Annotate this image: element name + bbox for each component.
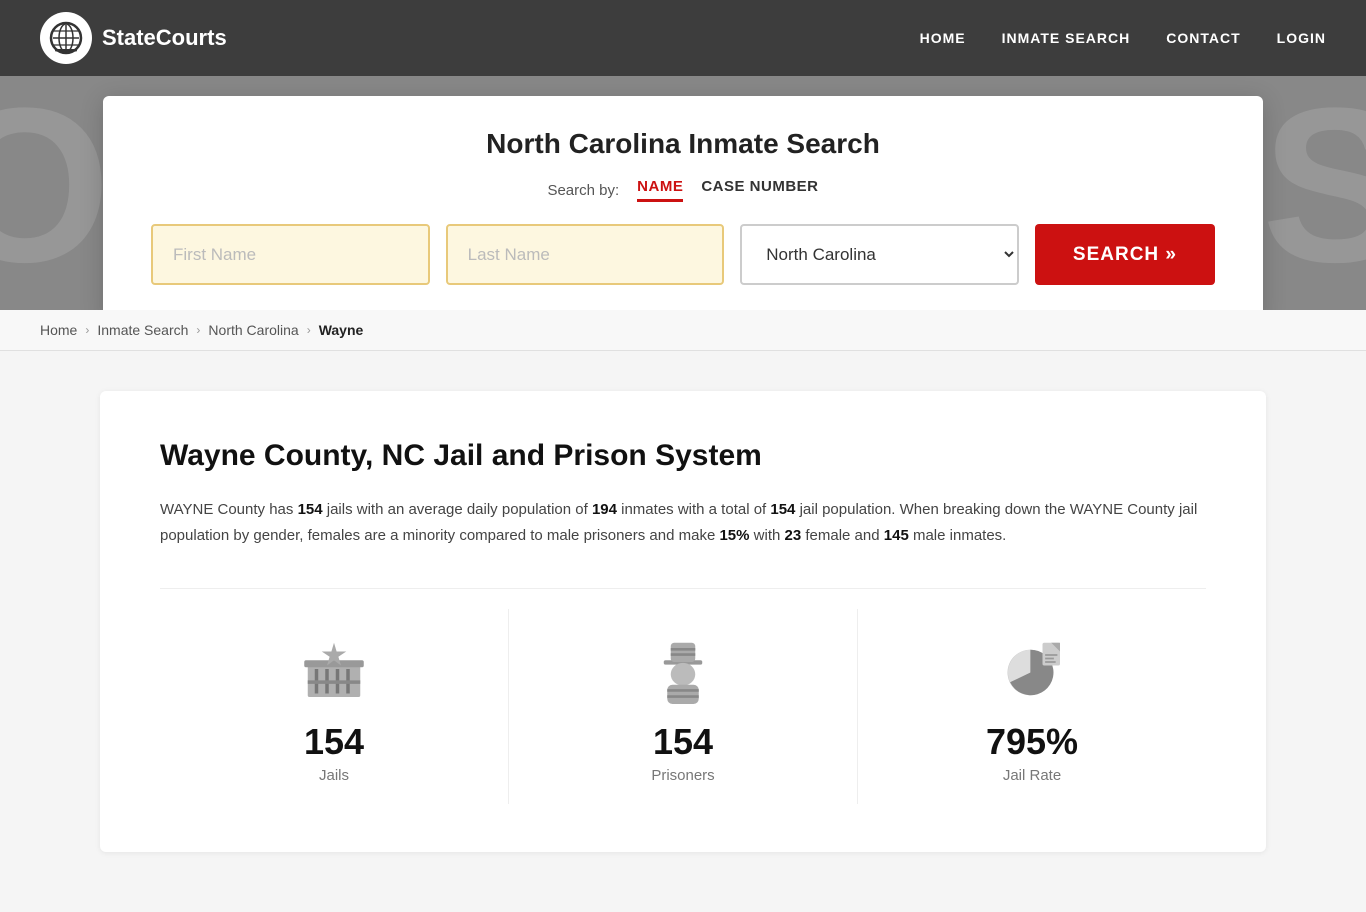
desc-male: 145 <box>884 527 909 544</box>
prisoners-label: Prisoners <box>651 767 714 784</box>
desc-jails: 154 <box>298 501 323 518</box>
stats-row: 154 Jails <box>160 588 1206 804</box>
search-card-wrapper: North Carolina Inmate Search Search by: … <box>0 76 1366 310</box>
breadcrumb-inmate-search[interactable]: Inmate Search <box>97 322 188 338</box>
desc-mid5: female and <box>801 527 884 544</box>
stat-prisoners: 154 Prisoners <box>509 609 858 804</box>
search-button[interactable]: SEARCH » <box>1035 224 1215 285</box>
content-card: Wayne County, NC Jail and Prison System … <box>100 391 1266 852</box>
inmate-search-link[interactable]: INMATE SEARCH <box>1002 30 1131 46</box>
search-inputs-row: North Carolina Alabama Alaska Arizona Ar… <box>151 224 1215 285</box>
county-description: WAYNE County has 154 jails with an avera… <box>160 497 1206 548</box>
jail-rate-label: Jail Rate <box>1003 767 1061 784</box>
breadcrumb-sep-1: › <box>85 323 89 337</box>
contact-link[interactable]: CONTACT <box>1166 30 1240 46</box>
breadcrumb-sep-2: › <box>196 323 200 337</box>
search-card: North Carolina Inmate Search Search by: … <box>103 96 1263 310</box>
breadcrumb-nc[interactable]: North Carolina <box>208 322 298 338</box>
breadcrumb: Home › Inmate Search › North Carolina › … <box>0 310 1366 351</box>
home-link[interactable]: HOME <box>920 30 966 46</box>
prisoner-icon <box>643 629 723 709</box>
search-card-title: North Carolina Inmate Search <box>151 128 1215 160</box>
search-by-label: Search by: <box>547 182 619 199</box>
desc-avg-pop: 194 <box>592 501 617 518</box>
desc-mid4: with <box>750 527 785 544</box>
header: COURTHOUSE StateCourts HOME INMATE SE <box>0 0 1366 310</box>
desc-end: male inmates. <box>909 527 1007 544</box>
logo-icon <box>40 12 92 64</box>
prisoners-number: 154 <box>653 721 713 763</box>
desc-mid1: jails with an average daily population o… <box>323 501 592 518</box>
breadcrumb-sep-3: › <box>307 323 311 337</box>
stat-jails: 154 Jails <box>160 609 509 804</box>
desc-mid2: inmates with a total of <box>617 501 770 518</box>
desc-pct: 15% <box>719 527 749 544</box>
tab-name[interactable]: NAME <box>637 178 683 202</box>
breadcrumb-home[interactable]: Home <box>40 322 77 338</box>
jail-icon <box>294 629 374 709</box>
desc-intro: WAYNE County has <box>160 501 298 518</box>
nav-links: HOME INMATE SEARCH CONTACT LOGIN <box>920 30 1326 46</box>
navbar: StateCourts HOME INMATE SEARCH CONTACT L… <box>0 0 1366 76</box>
login-link[interactable]: LOGIN <box>1277 30 1326 46</box>
tab-case-number[interactable]: CASE NUMBER <box>701 178 818 202</box>
jails-number: 154 <box>304 721 364 763</box>
search-by-row: Search by: NAME CASE NUMBER <box>151 178 1215 202</box>
desc-total: 154 <box>770 501 795 518</box>
county-title: Wayne County, NC Jail and Prison System <box>160 439 1206 473</box>
jails-label: Jails <box>319 767 349 784</box>
desc-female: 23 <box>785 527 802 544</box>
breadcrumb-wayne: Wayne <box>319 322 364 338</box>
stat-jail-rate: 795% Jail Rate <box>858 609 1206 804</box>
logo-text: StateCourts <box>102 25 227 51</box>
state-select[interactable]: North Carolina Alabama Alaska Arizona Ar… <box>740 224 1019 285</box>
main-content: Wayne County, NC Jail and Prison System … <box>0 351 1366 912</box>
jail-rate-number: 795% <box>986 721 1078 763</box>
jail-rate-icon <box>992 629 1072 709</box>
first-name-input[interactable] <box>151 224 430 285</box>
logo[interactable]: StateCourts <box>40 12 227 64</box>
last-name-input[interactable] <box>446 224 725 285</box>
